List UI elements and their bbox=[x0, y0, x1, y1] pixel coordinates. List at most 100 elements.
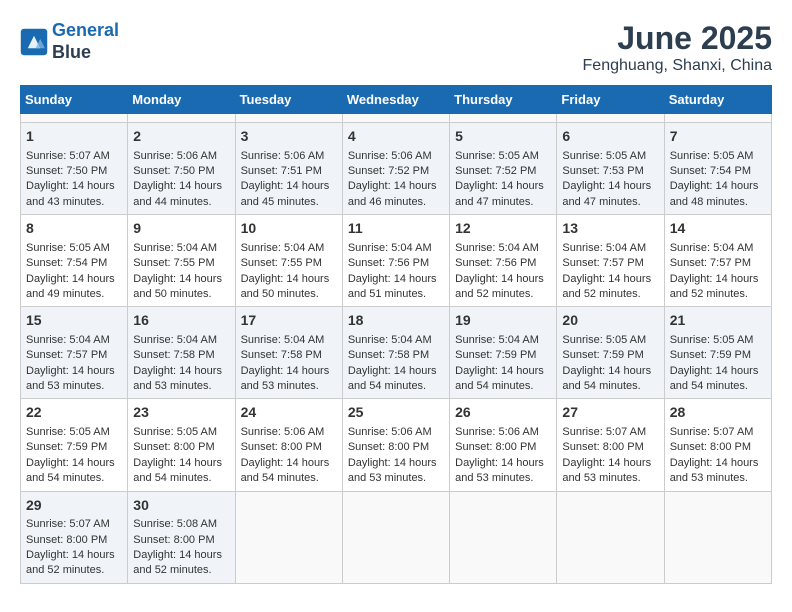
header-row: SundayMondayTuesdayWednesdayThursdayFrid… bbox=[21, 86, 772, 114]
day-number: 25 bbox=[348, 403, 444, 423]
day-number: 4 bbox=[348, 127, 444, 147]
calendar-cell bbox=[450, 114, 557, 123]
sunrise-label: Sunrise: 5:04 AM bbox=[348, 334, 432, 346]
column-header-saturday: Saturday bbox=[664, 86, 771, 114]
calendar-cell bbox=[342, 114, 449, 123]
sunrise-label: Sunrise: 5:04 AM bbox=[562, 242, 646, 254]
sunset-label: Sunset: 8:00 PM bbox=[133, 441, 214, 453]
location: Fenghuang, Shanxi, China bbox=[583, 57, 772, 75]
daylight-label: Daylight: 14 hours and 53 minutes. bbox=[26, 365, 115, 392]
sunset-label: Sunset: 7:57 PM bbox=[562, 257, 643, 269]
calendar-cell: 12 Sunrise: 5:04 AM Sunset: 7:56 PM Dayligh… bbox=[450, 215, 557, 307]
sunrise-label: Sunrise: 5:04 AM bbox=[133, 242, 217, 254]
day-number: 11 bbox=[348, 219, 444, 239]
column-header-monday: Monday bbox=[128, 86, 235, 114]
calendar-cell: 29Sunrise: 5:07 AMSunset: 8:00 PMDayligh… bbox=[21, 491, 128, 583]
calendar-cell: 26Sunrise: 5:06 AMSunset: 8:00 PMDayligh… bbox=[450, 399, 557, 491]
sunset-label: Sunset: 8:00 PM bbox=[670, 441, 751, 453]
daylight-label: Daylight: 14 hours and 52 minutes. bbox=[562, 273, 651, 300]
sunset-label: Sunset: 7:55 PM bbox=[241, 257, 322, 269]
calendar-cell bbox=[235, 114, 342, 123]
day-number: 21 bbox=[670, 311, 766, 331]
daylight-label: Daylight: 14 hours and 48 minutes. bbox=[670, 180, 759, 207]
daylight-label: Daylight: 14 hours and 53 minutes. bbox=[241, 365, 330, 392]
calendar-cell: 1Sunrise: 5:07 AMSunset: 7:50 PMDaylight… bbox=[21, 123, 128, 215]
day-number: 16 bbox=[133, 311, 229, 331]
daylight-label: Daylight: 14 hours and 51 minutes. bbox=[348, 273, 437, 300]
sunset-label: Sunset: 7:57 PM bbox=[670, 257, 751, 269]
calendar-cell: 15Sunrise: 5:04 AMSunset: 7:57 PMDayligh… bbox=[21, 307, 128, 399]
calendar-cell bbox=[664, 114, 771, 123]
day-number: 28 bbox=[670, 403, 766, 423]
day-number: 9 bbox=[133, 219, 229, 239]
calendar-cell: 27Sunrise: 5:07 AMSunset: 8:00 PMDayligh… bbox=[557, 399, 664, 491]
column-header-tuesday: Tuesday bbox=[235, 86, 342, 114]
sunrise-label: Sunrise: 5:04 AM bbox=[455, 242, 539, 254]
sunset-label: Sunset: 7:56 PM bbox=[455, 257, 536, 269]
sunrise-label: Sunrise: 5:05 AM bbox=[26, 242, 110, 254]
sunset-label: Sunset: 8:00 PM bbox=[562, 441, 643, 453]
title-block: June 2025 Fenghuang, Shanxi, China bbox=[583, 20, 772, 75]
sunset-label: Sunset: 7:57 PM bbox=[26, 349, 107, 361]
sunrise-label: Sunrise: 5:06 AM bbox=[133, 150, 217, 162]
day-number: 15 bbox=[26, 311, 122, 331]
calendar-cell: 30Sunrise: 5:08 AMSunset: 8:00 PMDayligh… bbox=[128, 491, 235, 583]
sunrise-label: Sunrise: 5:07 AM bbox=[562, 426, 646, 438]
sunset-label: Sunset: 7:59 PM bbox=[455, 349, 536, 361]
logo-line2: Blue bbox=[52, 42, 119, 64]
day-number: 1 bbox=[26, 127, 122, 147]
week-row-1 bbox=[21, 114, 772, 123]
calendar-cell: 13Sunrise: 5:04 AMSunset: 7:57 PMDayligh… bbox=[557, 215, 664, 307]
calendar-cell: 23Sunrise: 5:05 AMSunset: 8:00 PMDayligh… bbox=[128, 399, 235, 491]
sunset-label: Sunset: 7:58 PM bbox=[133, 349, 214, 361]
week-row-4: 15 Sunrise: 5:04 AM Sunset: 7:57 PM Dayligh… bbox=[21, 307, 772, 399]
day-number: 30 bbox=[133, 496, 229, 516]
daylight-label: Daylight: 14 hours and 49 minutes. bbox=[26, 273, 115, 300]
logo-line1: General bbox=[52, 20, 119, 40]
calendar-cell: 3Sunrise: 5:06 AMSunset: 7:51 PMDaylight… bbox=[235, 123, 342, 215]
calendar-cell: 19Sunrise: 5:04 AMSunset: 7:59 PMDayligh… bbox=[450, 307, 557, 399]
sunrise-label: Sunrise: 5:05 AM bbox=[26, 426, 110, 438]
sunrise-label: Sunrise: 5:04 AM bbox=[241, 334, 325, 346]
calendar-cell bbox=[21, 114, 128, 123]
daylight-label: Daylight: 14 hours and 52 minutes. bbox=[26, 549, 115, 576]
day-number: 24 bbox=[241, 403, 337, 423]
daylight-label: Daylight: 14 hours and 52 minutes. bbox=[455, 273, 544, 300]
page-header: General Blue June 2025 Fenghuang, Shanxi… bbox=[20, 20, 772, 75]
daylight-label: Daylight: 14 hours and 52 minutes. bbox=[670, 273, 759, 300]
sunset-label: Sunset: 8:00 PM bbox=[348, 441, 429, 453]
column-header-sunday: Sunday bbox=[21, 86, 128, 114]
sunset-label: Sunset: 7:59 PM bbox=[670, 349, 751, 361]
day-number: 12 bbox=[455, 219, 551, 239]
sunrise-label: Sunrise: 5:05 AM bbox=[670, 334, 754, 346]
sunrise-label: Sunrise: 5:04 AM bbox=[133, 334, 217, 346]
sunset-label: Sunset: 8:00 PM bbox=[455, 441, 536, 453]
sunrise-label: Sunrise: 5:08 AM bbox=[133, 518, 217, 530]
month-title: June 2025 bbox=[583, 20, 772, 57]
sunset-label: Sunset: 7:55 PM bbox=[133, 257, 214, 269]
sunset-label: Sunset: 7:53 PM bbox=[562, 165, 643, 177]
daylight-label: Daylight: 14 hours and 45 minutes. bbox=[241, 180, 330, 207]
calendar-cell: 25Sunrise: 5:06 AMSunset: 8:00 PMDayligh… bbox=[342, 399, 449, 491]
daylight-label: Daylight: 14 hours and 54 minutes. bbox=[241, 457, 330, 484]
sunset-label: Sunset: 8:00 PM bbox=[241, 441, 322, 453]
sunset-label: Sunset: 7:54 PM bbox=[670, 165, 751, 177]
sunrise-label: Sunrise: 5:06 AM bbox=[241, 426, 325, 438]
daylight-label: Daylight: 14 hours and 52 minutes. bbox=[133, 549, 222, 576]
sunset-label: Sunset: 7:51 PM bbox=[241, 165, 322, 177]
sunrise-label: Sunrise: 5:05 AM bbox=[133, 426, 217, 438]
day-number: 17 bbox=[241, 311, 337, 331]
sunrise-label: Sunrise: 5:06 AM bbox=[348, 150, 432, 162]
sunset-label: Sunset: 7:52 PM bbox=[455, 165, 536, 177]
day-number: 6 bbox=[562, 127, 658, 147]
sunset-label: Sunset: 7:54 PM bbox=[26, 257, 107, 269]
sunrise-label: Sunrise: 5:04 AM bbox=[455, 334, 539, 346]
calendar-cell: 14Sunrise: 5:04 AMSunset: 7:57 PMDayligh… bbox=[664, 215, 771, 307]
column-header-friday: Friday bbox=[557, 86, 664, 114]
sunrise-label: Sunrise: 5:05 AM bbox=[562, 150, 646, 162]
day-number: 2 bbox=[133, 127, 229, 147]
calendar-cell: 11Sunrise: 5:04 AMSunset: 7:56 PMDayligh… bbox=[342, 215, 449, 307]
daylight-label: Daylight: 14 hours and 53 minutes. bbox=[133, 365, 222, 392]
sunrise-label: Sunrise: 5:07 AM bbox=[26, 150, 110, 162]
logo-icon bbox=[20, 28, 48, 56]
